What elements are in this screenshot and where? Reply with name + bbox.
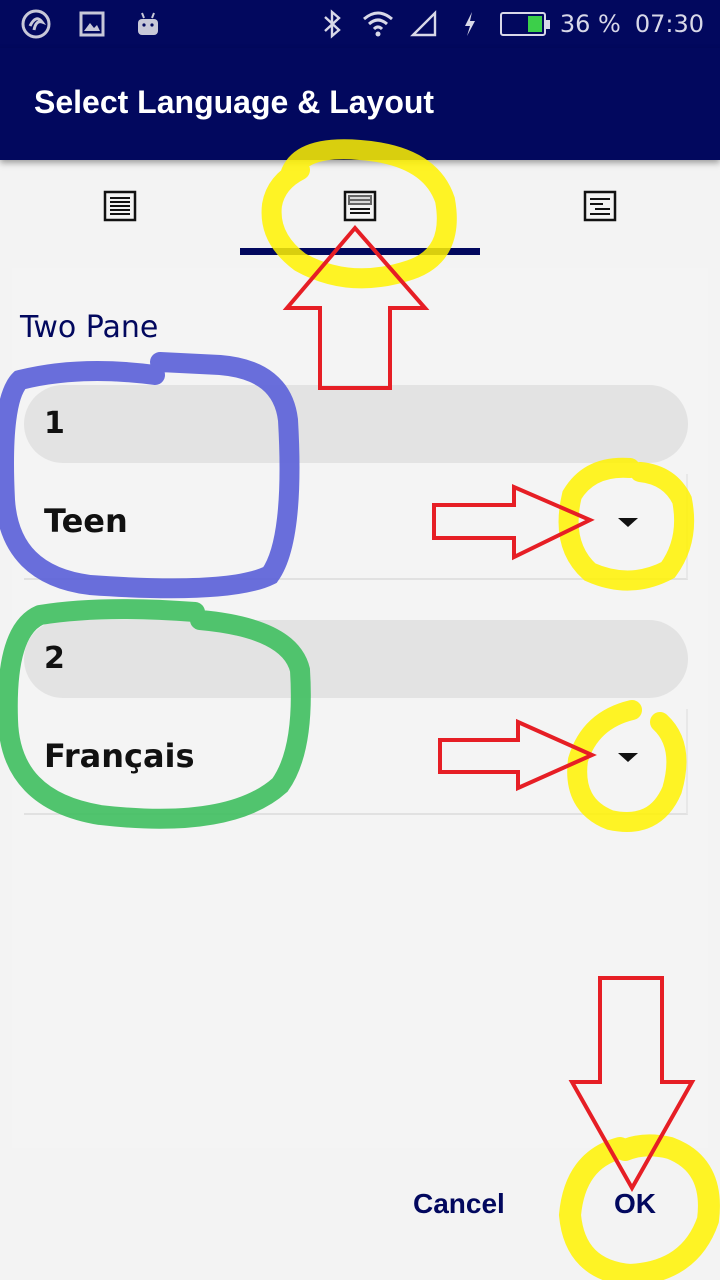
wifi-icon (362, 8, 394, 40)
battery-icon (499, 12, 550, 36)
single-pane-layout-icon (103, 190, 137, 226)
dialog-title-bar: Select Language & Layout (0, 48, 720, 160)
pane-number-1: 1 (44, 406, 65, 441)
language-spinner-1[interactable]: Teen (24, 474, 688, 580)
pane-header-1 (24, 385, 688, 463)
status-bar: 36 % 07:30 (0, 0, 720, 48)
status-bar-right: 36 % 07:30 (316, 8, 704, 40)
tab-interlinear[interactable] (480, 160, 720, 256)
language-value-2: Français (44, 737, 195, 775)
tab-two-pane[interactable] (240, 160, 480, 256)
signal-icon (408, 8, 440, 40)
two-pane-layout-icon (343, 190, 377, 226)
bluetooth-icon (316, 8, 348, 40)
layout-tabs (0, 160, 720, 256)
pane-header-2 (24, 620, 688, 698)
battery-percent: 36 % (559, 10, 621, 38)
charging-icon (454, 8, 486, 40)
tab-single-pane[interactable] (0, 160, 240, 256)
battery-level (527, 16, 542, 32)
clock: 07:30 (634, 10, 704, 38)
android-icon (132, 8, 164, 40)
image-icon (76, 8, 108, 40)
ok-button[interactable]: OK (614, 1188, 656, 1220)
interlinear-layout-icon (583, 190, 617, 226)
dialog-title: Select Language & Layout (34, 84, 435, 120)
section-title: Two Pane (20, 310, 159, 345)
language-spinner-2[interactable]: Français (24, 709, 688, 815)
app-logo-icon (20, 8, 52, 40)
dropdown-arrow-icon[interactable] (618, 753, 638, 762)
selected-tab-indicator (240, 248, 480, 255)
cancel-button[interactable]: Cancel (413, 1188, 505, 1220)
language-value-1: Teen (44, 502, 128, 540)
dropdown-arrow-icon[interactable] (618, 518, 638, 527)
status-bar-left (20, 8, 164, 40)
pane-number-2: 2 (44, 641, 65, 676)
